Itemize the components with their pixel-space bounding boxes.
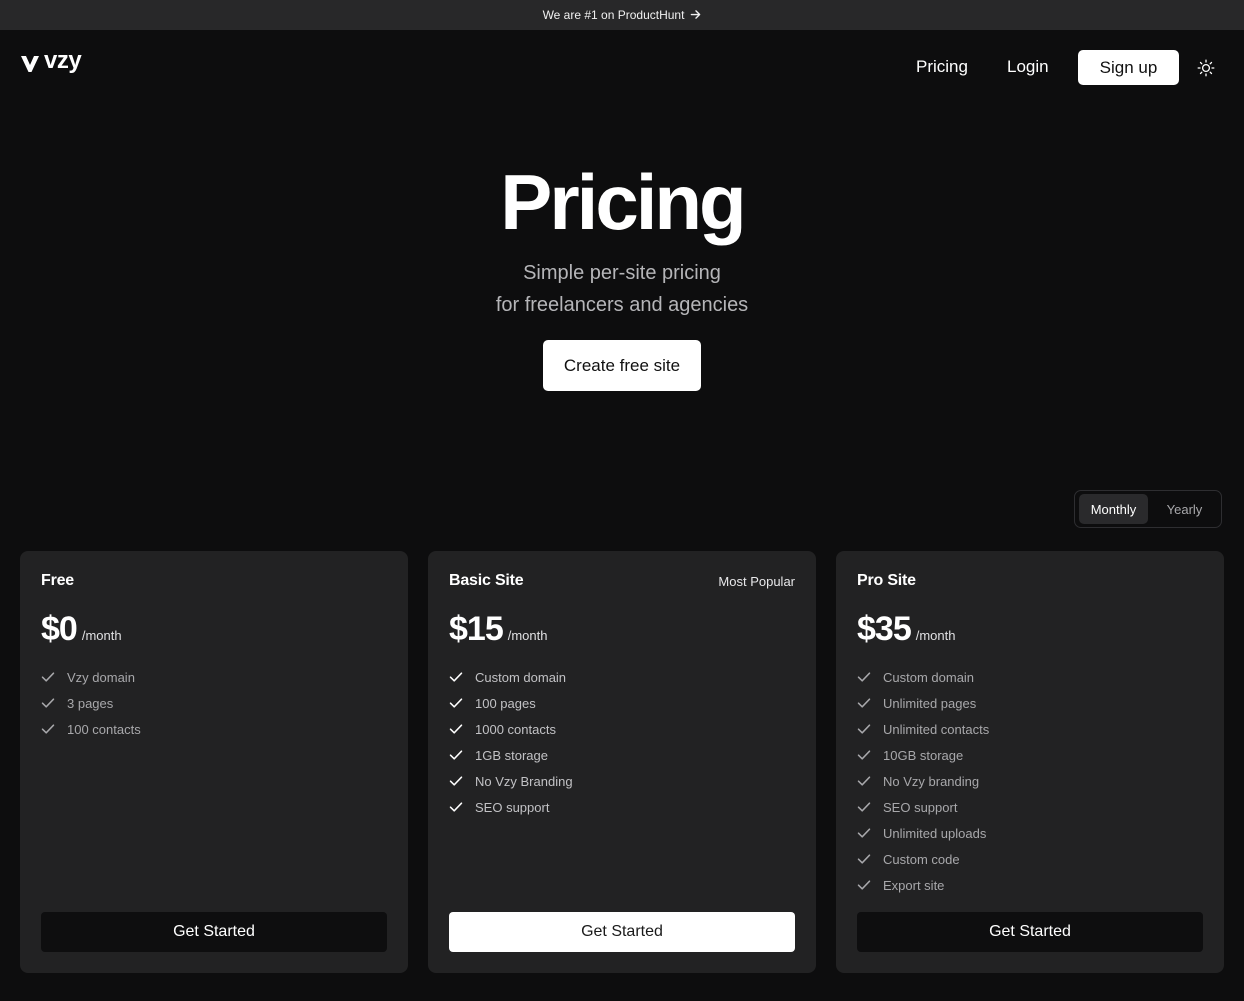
create-free-site-button[interactable]: Create free site: [543, 340, 701, 391]
billing-period-toggle: Monthly Yearly: [1074, 490, 1222, 528]
feature-item: SEO support: [857, 794, 989, 820]
feature-label: 100 contacts: [67, 721, 141, 737]
get-started-button-basic[interactable]: Get Started: [449, 912, 795, 952]
plan-card-pro: Pro Site $35 /month Custom domain Unlimit…: [836, 551, 1224, 973]
feature-label: Custom domain: [475, 669, 567, 685]
feature-label: 3 pages: [67, 695, 114, 711]
hero-subtitle-line-2: for freelancers and agencies: [495, 294, 749, 316]
check-icon: [41, 672, 55, 682]
check-icon: [449, 776, 463, 786]
check-icon: [857, 802, 871, 812]
hero-subtitle: Simple per-site pricing for freelancers …: [0, 257, 1244, 321]
feature-label: No Vzy branding: [883, 773, 980, 789]
most-popular-badge: Most Popular: [718, 574, 795, 589]
signup-button[interactable]: Sign up: [1078, 50, 1179, 85]
plan-price-row: $15 /month: [449, 610, 547, 649]
nav-link-pricing[interactable]: Pricing: [916, 57, 968, 77]
feature-item: Export site: [857, 872, 989, 898]
feature-item: 100 contacts: [41, 716, 141, 742]
billing-option-yearly[interactable]: Yearly: [1152, 494, 1217, 524]
plan-period: /month: [915, 628, 956, 643]
plan-price: $0: [41, 610, 78, 648]
feature-label: Custom domain: [883, 669, 975, 685]
check-icon: [857, 698, 871, 708]
feature-label: SEO support: [883, 799, 958, 815]
plan-name: Basic Site: [449, 572, 524, 589]
plan-card-basic: Basic Site Most Popular $15 /month Custo…: [428, 551, 816, 973]
hero-subtitle-line-1: Simple per-site pricing: [523, 262, 721, 284]
plan-card-free: Free $0 /month Vzy domain 3 pages 100 cont…: [20, 551, 408, 973]
check-icon: [449, 802, 463, 812]
plan-price: $35: [857, 610, 912, 648]
check-icon: [857, 776, 871, 786]
feature-item: 100 pages: [449, 690, 573, 716]
feature-label: No Vzy Branding: [475, 773, 573, 789]
feature-label: 10GB storage: [883, 747, 964, 763]
feature-item: Unlimited uploads: [857, 820, 989, 846]
plan-name: Pro Site: [857, 572, 916, 589]
arrow-right-icon: [690, 9, 701, 22]
feature-item: Custom domain: [857, 664, 989, 690]
feature-list: Custom domain 100 pages 1000 contacts 1GB s…: [449, 664, 573, 820]
feature-item: Custom code: [857, 846, 989, 872]
feature-label: Custom code: [883, 851, 960, 867]
check-icon: [857, 750, 871, 760]
feature-label: 100 pages: [475, 695, 536, 711]
sun-icon[interactable]: [1197, 59, 1215, 77]
check-icon: [857, 880, 871, 890]
check-icon: [449, 724, 463, 734]
feature-item: Custom domain: [449, 664, 573, 690]
feature-label: Unlimited contacts: [883, 721, 990, 737]
feature-list: Vzy domain 3 pages 100 contacts: [41, 664, 141, 742]
feature-label: Unlimited uploads: [883, 825, 987, 841]
top-nav: vzy Pricing Login Sign up: [0, 30, 1244, 104]
logo-wordmark: vzy: [44, 47, 82, 74]
feature-label: 1000 contacts: [475, 721, 556, 737]
feature-item: Vzy domain: [41, 664, 141, 690]
check-icon: [449, 698, 463, 708]
feature-item: SEO support: [449, 794, 573, 820]
nav-link-login[interactable]: Login: [1007, 57, 1049, 77]
feature-label: SEO support: [475, 799, 550, 815]
feature-label: Export site: [883, 877, 945, 893]
check-icon: [449, 750, 463, 760]
check-icon: [449, 672, 463, 682]
feature-label: Vzy domain: [67, 669, 135, 685]
plan-period: /month: [81, 628, 122, 643]
feature-list: Custom domain Unlimited pages Unlimited co…: [857, 664, 989, 898]
check-icon: [41, 698, 55, 708]
announcement-bar[interactable]: We are #1 on ProductHunt: [0, 0, 1244, 30]
feature-item: 10GB storage: [857, 742, 989, 768]
logo-mark-icon: [21, 56, 39, 72]
logo[interactable]: vzy: [20, 47, 82, 76]
feature-item: Unlimited contacts: [857, 716, 989, 742]
feature-label: 1GB storage: [475, 747, 548, 763]
announcement-text: We are #1 on ProductHunt: [542, 8, 685, 22]
feature-item: 1000 contacts: [449, 716, 573, 742]
check-icon: [857, 724, 871, 734]
plan-name: Free: [41, 572, 74, 589]
check-icon: [41, 724, 55, 734]
billing-option-monthly[interactable]: Monthly: [1079, 494, 1148, 524]
plan-price-row: $0 /month: [41, 610, 122, 649]
plan-period: /month: [507, 628, 548, 643]
get-started-button-pro[interactable]: Get Started: [857, 912, 1203, 952]
feature-item: No Vzy branding: [857, 768, 989, 794]
check-icon: [857, 854, 871, 864]
page-title: Pricing: [500, 158, 746, 246]
feature-item: 1GB storage: [449, 742, 573, 768]
feature-label: Unlimited pages: [883, 695, 977, 711]
check-icon: [857, 672, 871, 682]
feature-item: 3 pages: [41, 690, 141, 716]
check-icon: [857, 828, 871, 838]
get-started-button-free[interactable]: Get Started: [41, 912, 387, 952]
plan-price-row: $35 /month: [857, 610, 955, 649]
plan-price: $15: [449, 610, 504, 648]
feature-item: No Vzy Branding: [449, 768, 573, 794]
feature-item: Unlimited pages: [857, 690, 989, 716]
